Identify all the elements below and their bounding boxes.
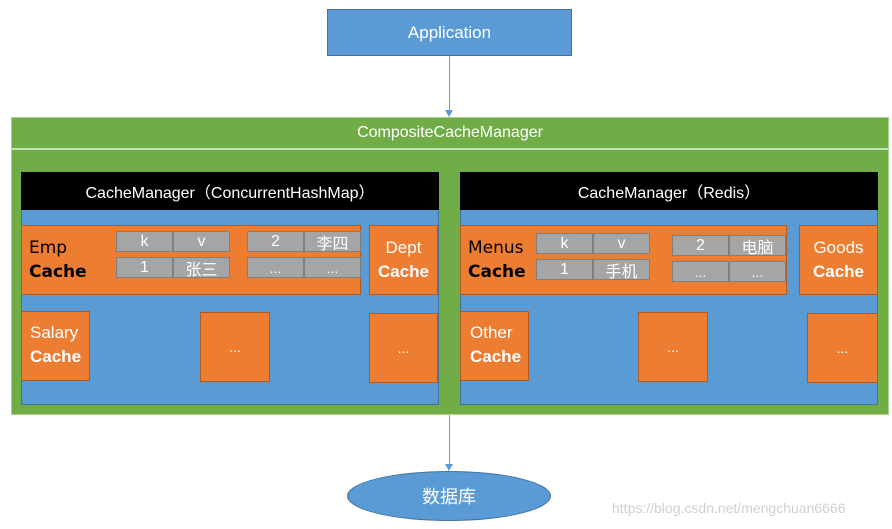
table-cell: 2	[247, 231, 304, 252]
table-cell: 李四	[304, 231, 361, 253]
cache-name: Dept	[385, 238, 422, 257]
more-caches-placeholder: ...	[200, 312, 270, 382]
table-cell: v	[173, 231, 230, 252]
table-cell: 电脑	[729, 235, 786, 257]
manager-title: CacheManager（ConcurrentHashMap）	[21, 172, 439, 210]
cache-name: Menus	[468, 238, 524, 258]
table-cell: 1	[116, 257, 173, 278]
table-cell: v	[593, 233, 650, 254]
cache-suffix: Cache	[29, 262, 87, 282]
table-cell: ...	[304, 257, 361, 278]
cache-suffix: Cache	[30, 347, 82, 366]
watermark: https://blog.csdn.net/mengchuan6666	[612, 500, 846, 516]
goods-cache: Goods Cache	[799, 225, 878, 295]
cache-suffix: Cache	[377, 262, 430, 281]
other-cache: Other Cache	[460, 311, 529, 381]
emp-cache-label: Emp Cache	[29, 236, 87, 284]
cache-name: Goods	[813, 238, 864, 257]
database-node: 数据库	[347, 471, 551, 521]
composite-title: CompositeCacheManager	[12, 118, 888, 150]
salary-cache: Salary Cache	[21, 311, 90, 381]
cache-name: Salary	[30, 323, 79, 342]
dept-cache: Dept Cache	[369, 225, 438, 295]
table-cell: 2	[672, 235, 729, 256]
more-caches-placeholder: ...	[807, 313, 878, 383]
table-cell: k	[536, 233, 593, 254]
table-cell: k	[116, 231, 173, 252]
cache-suffix: Cache	[470, 347, 522, 366]
table-cell: 1	[536, 259, 593, 280]
cache-suffix: Cache	[812, 262, 865, 281]
menus-cache-label: Menus Cache	[468, 236, 526, 284]
arrow-down-icon	[445, 464, 453, 471]
cache-suffix: Cache	[468, 262, 526, 282]
arrow-app-to-composite-line	[449, 56, 450, 111]
table-cell: ...	[672, 261, 729, 282]
application-node: Application	[327, 9, 572, 56]
more-caches-placeholder: ...	[638, 312, 708, 382]
manager-title: CacheManager（Redis）	[460, 172, 878, 210]
table-cell: ...	[247, 257, 304, 278]
table-cell: ...	[729, 261, 786, 282]
table-cell: 手机	[593, 259, 650, 281]
more-caches-placeholder: ...	[369, 313, 438, 383]
cache-name: Emp	[29, 238, 68, 258]
arrow-composite-to-db-line	[449, 415, 450, 465]
arrow-down-icon	[445, 110, 453, 117]
cache-name: Other	[470, 323, 513, 342]
table-cell: 张三	[173, 257, 230, 279]
